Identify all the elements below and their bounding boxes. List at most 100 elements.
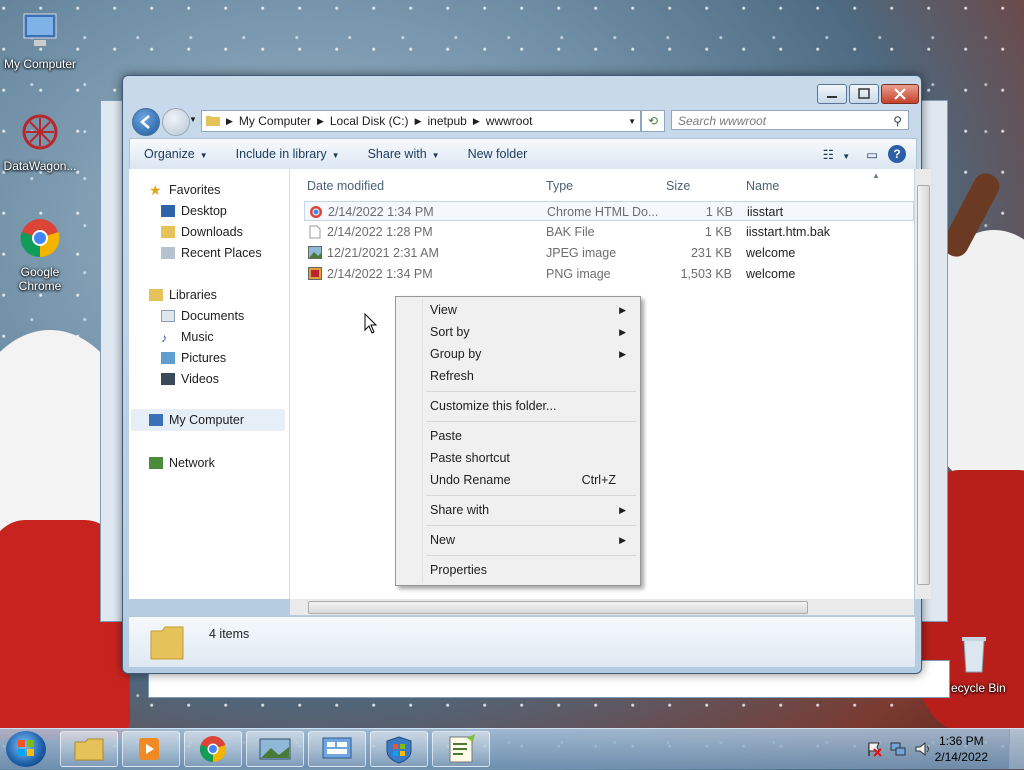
volume-icon[interactable]: [914, 741, 932, 760]
nav-my-computer[interactable]: My Computer: [131, 409, 285, 431]
desktop-icon-label: DataWagon...: [3, 159, 77, 173]
desktop-icon-datawagon[interactable]: DataWagon...: [0, 110, 80, 173]
taskbar-chrome-button[interactable]: [184, 731, 242, 767]
computer-icon: [23, 13, 57, 46]
desktop-icon-label: Google Chrome: [18, 265, 62, 293]
nav-desktop[interactable]: Desktop: [161, 204, 227, 218]
horizontal-scrollbar[interactable]: [290, 599, 914, 615]
breadcrumb-my-computer[interactable]: My Computer: [239, 114, 311, 128]
system-clock[interactable]: 1:36 PM 2/14/2022: [935, 733, 988, 765]
desktop-icon-my-computer[interactable]: My Computer: [0, 8, 80, 71]
windows-logo-icon: [18, 740, 34, 756]
menu-separator: [426, 495, 636, 496]
vertical-scroll-thumb[interactable]: [917, 185, 930, 585]
organize-button[interactable]: Organize ▼: [130, 147, 222, 161]
chrome-icon: [20, 219, 60, 258]
breadcrumb-wwwroot[interactable]: wwwroot: [486, 114, 533, 128]
nav-libraries[interactable]: Libraries: [149, 288, 217, 302]
media-player-icon: [139, 738, 159, 760]
photo-viewer-icon: [259, 738, 291, 760]
menu-item-new[interactable]: New ▶: [430, 529, 630, 551]
nav-documents[interactable]: Documents: [161, 309, 244, 323]
recent-pages-dropdown[interactable]: ▼: [189, 115, 197, 124]
forward-button[interactable]: [162, 108, 190, 136]
jpeg-image-icon: [308, 246, 322, 259]
close-button[interactable]: [881, 84, 919, 104]
submenu-arrow-icon: ▶: [619, 327, 626, 337]
nav-recent-places[interactable]: Recent Places: [161, 246, 262, 260]
include-in-library-button[interactable]: Include in library ▼: [222, 147, 354, 161]
share-with-button[interactable]: Share with ▼: [354, 147, 454, 161]
desktop-icon-chrome[interactable]: Google Chrome: [0, 216, 80, 293]
blank-file-icon: [309, 225, 321, 239]
music-icon: ♪: [161, 331, 168, 345]
search-input[interactable]: Search wwwroot ⚲: [671, 110, 909, 130]
help-icon[interactable]: ?: [888, 145, 906, 163]
png-image-icon: [308, 267, 322, 280]
address-dropdown-icon[interactable]: ▼: [628, 117, 636, 126]
menu-item-properties[interactable]: Properties: [430, 559, 630, 581]
windows-security-icon: [386, 736, 412, 764]
start-button[interactable]: [6, 731, 46, 767]
menu-item-group-by[interactable]: Group by ▶: [430, 343, 630, 365]
menu-item-paste[interactable]: Paste: [430, 425, 630, 447]
new-folder-button[interactable]: New folder: [454, 147, 542, 161]
table-row[interactable]: 2/14/2022 1:34 PM PNG image 1,503 KB wel…: [304, 264, 914, 284]
nav-network[interactable]: Network: [149, 456, 215, 470]
taskbar-media-player-button[interactable]: [122, 731, 180, 767]
explorer-icon: [74, 738, 104, 761]
change-view-button[interactable]: ☷ ▼: [817, 147, 857, 162]
horizontal-scroll-thumb[interactable]: [308, 601, 808, 614]
nav-downloads[interactable]: Downloads: [161, 225, 243, 239]
menu-item-undo-rename[interactable]: Undo Rename Ctrl+Z: [430, 469, 630, 491]
chrome-icon: [199, 736, 227, 763]
folder-large-icon: [150, 626, 184, 660]
address-bar[interactable]: ▶ My Computer ▶ Local Disk (C:) ▶ inetpu…: [201, 110, 641, 132]
taskbar-security-button[interactable]: [370, 731, 428, 767]
network-tray-icon[interactable]: [890, 741, 906, 760]
nav-favorites[interactable]: ★ Favorites: [149, 183, 220, 197]
table-row[interactable]: 12/21/2021 2:31 AM JPEG image 231 KB wel…: [304, 243, 914, 263]
desktop-icon: [161, 205, 175, 217]
table-row[interactable]: 2/14/2022 1:28 PM BAK File 1 KB iisstart…: [304, 222, 914, 242]
menu-separator: [426, 525, 636, 526]
nav-videos[interactable]: Videos: [161, 372, 219, 386]
back-button[interactable]: [132, 108, 160, 136]
taskbar-photo-viewer-button[interactable]: [246, 731, 304, 767]
taskbar-notepad-plus-button[interactable]: [432, 731, 490, 767]
taskbar-control-panel-button[interactable]: [308, 731, 366, 767]
command-bar: Organize ▼ Include in library ▼ Share with…: [129, 138, 917, 170]
taskbar-explorer-button[interactable]: [60, 731, 118, 767]
submenu-arrow-icon: ▶: [619, 349, 626, 359]
column-header-size[interactable]: Size: [666, 179, 690, 193]
navigation-pane: ★ Favorites Desktop Downloads Recent Plac…: [129, 169, 290, 599]
refresh-icon[interactable]: ⟲: [641, 110, 665, 132]
nav-pictures[interactable]: Pictures: [161, 351, 226, 365]
control-panel-icon: [322, 737, 352, 759]
minimize-button[interactable]: [817, 84, 847, 104]
column-header-date[interactable]: Date modified: [307, 179, 384, 193]
recent-places-icon: [161, 247, 175, 259]
column-header-type[interactable]: Type: [546, 179, 573, 193]
table-row[interactable]: 2/14/2022 1:34 PM Chrome HTML Do... 1 KB…: [304, 201, 914, 221]
menu-item-refresh[interactable]: Refresh: [430, 365, 630, 387]
column-header-name[interactable]: Name: [746, 179, 779, 193]
menu-item-sort-by[interactable]: Sort by ▶: [430, 321, 630, 343]
nav-music[interactable]: ♪ Music: [161, 330, 214, 345]
menu-item-customize-folder[interactable]: Customize this folder...: [430, 395, 630, 417]
menu-item-paste-shortcut[interactable]: Paste shortcut: [430, 447, 630, 469]
maximize-button[interactable]: [849, 84, 879, 104]
desktop-icon-label: My Computer: [3, 57, 77, 71]
vertical-scrollbar[interactable]: [915, 169, 931, 599]
menu-gutter: [422, 299, 423, 583]
breadcrumb-inetpub[interactable]: inetpub: [427, 114, 466, 128]
breadcrumb-separator: ▶: [226, 115, 233, 126]
preview-pane-icon[interactable]: ▭: [856, 147, 888, 162]
action-center-icon[interactable]: [866, 741, 882, 760]
taskbar: 1:36 PM 2/14/2022: [0, 728, 1024, 769]
show-desktop-button[interactable]: [1009, 729, 1024, 769]
breadcrumb-local-disk[interactable]: Local Disk (C:): [330, 114, 409, 128]
menu-item-view[interactable]: View ▶: [430, 299, 630, 321]
menu-separator: [426, 391, 636, 392]
menu-item-share-with[interactable]: Share with ▶: [430, 499, 630, 521]
